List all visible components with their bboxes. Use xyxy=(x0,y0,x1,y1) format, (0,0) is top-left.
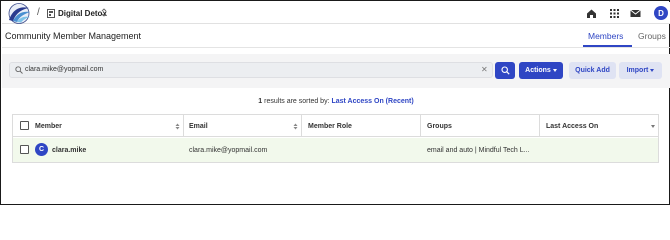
column-header-last-access[interactable]: Last Access On xyxy=(546,115,598,137)
column-divider xyxy=(183,115,184,137)
divider xyxy=(2,47,670,48)
sort-desc-icon[interactable] xyxy=(651,125,655,128)
row-checkbox[interactable] xyxy=(20,145,29,154)
actions-button[interactable]: Actions xyxy=(519,62,563,79)
column-header-groups[interactable]: Groups xyxy=(427,115,452,137)
workspace-icon xyxy=(47,9,55,18)
member-toolbar: clara.mike@yopmail.com ✕ Actions Quick A… xyxy=(2,54,670,88)
search-input[interactable]: clara.mike@yopmail.com ✕ xyxy=(9,62,493,78)
member-email: clara.mike@yopmail.com xyxy=(189,146,268,154)
member-avatar: C xyxy=(35,143,48,156)
sort-icon[interactable] xyxy=(175,123,180,130)
tab-members[interactable]: Members xyxy=(588,31,623,41)
workspace-name[interactable]: Digital Detox xyxy=(58,9,107,18)
search-icon xyxy=(500,66,510,75)
clear-search-icon[interactable]: ✕ xyxy=(481,65,488,74)
quick-add-button[interactable]: Quick Add xyxy=(569,62,616,79)
member-groups: email and auto | Mindful Tech L... xyxy=(427,146,530,154)
column-divider xyxy=(301,115,302,137)
select-all-checkbox[interactable] xyxy=(20,121,29,130)
actions-label: Actions xyxy=(525,67,551,74)
brand-logo[interactable] xyxy=(4,3,34,24)
app-window: / Digital Detox D Community Member Manag… xyxy=(0,0,670,205)
results-text: results are sorted by: xyxy=(262,98,332,105)
sort-icon[interactable] xyxy=(293,123,298,130)
sort-field-link[interactable]: Last Access On (Recent) xyxy=(331,98,413,105)
column-divider xyxy=(420,115,421,137)
page-title: Community Member Management xyxy=(5,31,142,41)
top-bar: / Digital Detox D xyxy=(2,2,670,24)
mail-icon[interactable] xyxy=(630,8,641,19)
caret-down-icon xyxy=(650,69,655,72)
column-header-member[interactable]: Member xyxy=(35,115,62,137)
caret-down-icon xyxy=(552,69,557,72)
member-name[interactable]: clara.mike xyxy=(52,138,86,162)
column-header-email[interactable]: Email xyxy=(189,115,208,137)
members-table: Member Email Member Role Groups Last Acc… xyxy=(12,114,659,163)
breadcrumb-separator: / xyxy=(37,7,40,18)
search-value: clara.mike@yopmail.com xyxy=(25,66,104,73)
tab-groups[interactable]: Groups xyxy=(638,31,666,41)
search-button[interactable] xyxy=(495,62,515,79)
user-avatar[interactable]: D xyxy=(654,6,668,20)
table-header: Member Email Member Role Groups Last Acc… xyxy=(13,115,658,137)
results-summary: 1 results are sorted by: Last Access On … xyxy=(1,98,670,105)
import-button[interactable]: Import xyxy=(619,62,662,79)
import-label: Import xyxy=(626,67,649,74)
column-header-member-role[interactable]: Member Role xyxy=(308,115,352,137)
chevron-up-down-icon[interactable] xyxy=(101,7,107,18)
column-divider xyxy=(539,115,540,137)
quick-add-label: Quick Add xyxy=(575,67,610,74)
search-icon xyxy=(15,66,23,74)
apps-grid-icon[interactable] xyxy=(609,8,620,19)
table-row[interactable]: C clara.mike clara.mike@yopmail.com emai… xyxy=(13,138,658,162)
home-icon[interactable] xyxy=(586,8,597,19)
